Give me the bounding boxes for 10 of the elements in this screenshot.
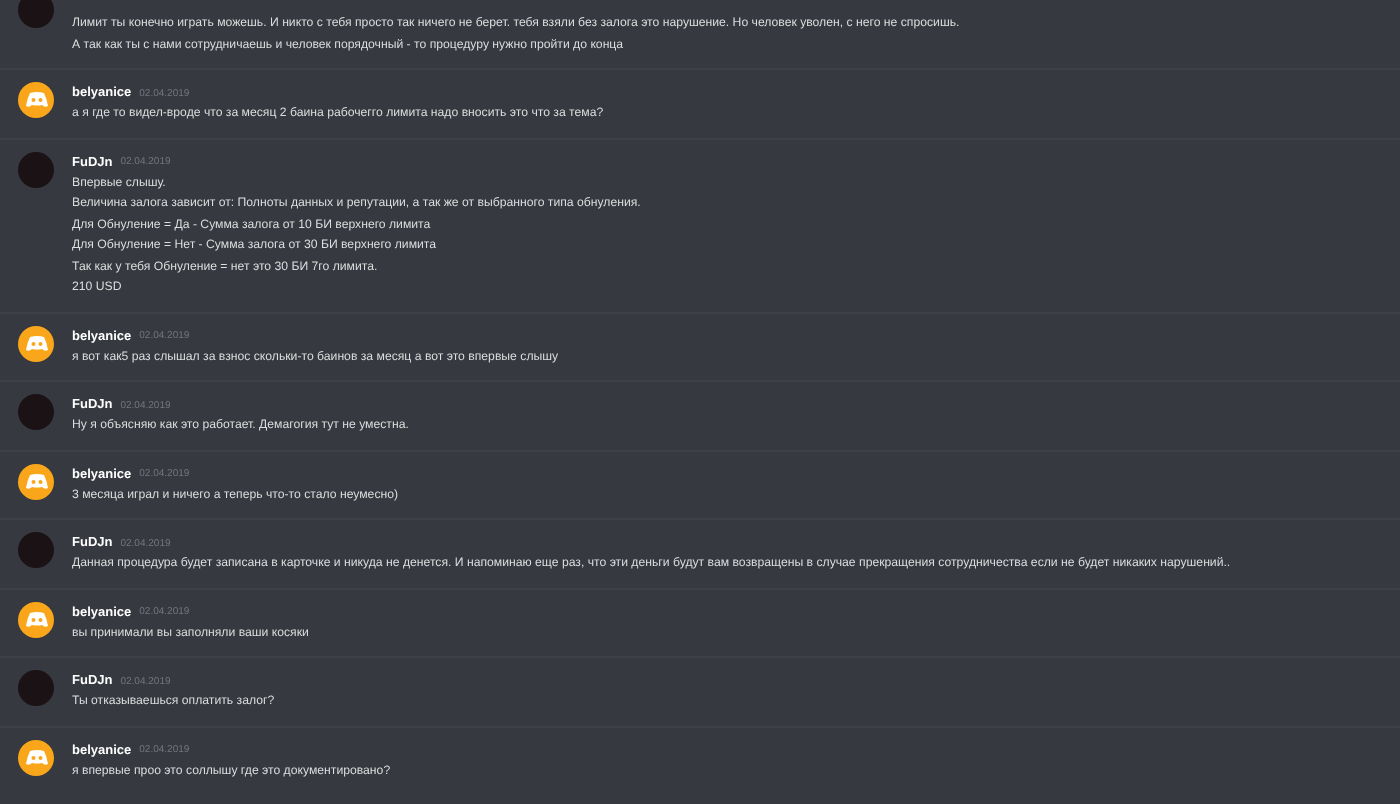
avatar[interactable]: [18, 601, 54, 637]
avatar[interactable]: [18, 82, 54, 118]
controller-icon: [25, 749, 47, 765]
avatar[interactable]: [18, 325, 54, 361]
avatar[interactable]: [18, 463, 54, 499]
controller-icon: [25, 473, 47, 489]
controller-icon: [25, 335, 47, 351]
controller-icon: [25, 92, 47, 108]
controller-icon: [25, 611, 47, 627]
avatar[interactable]: [18, 739, 54, 775]
